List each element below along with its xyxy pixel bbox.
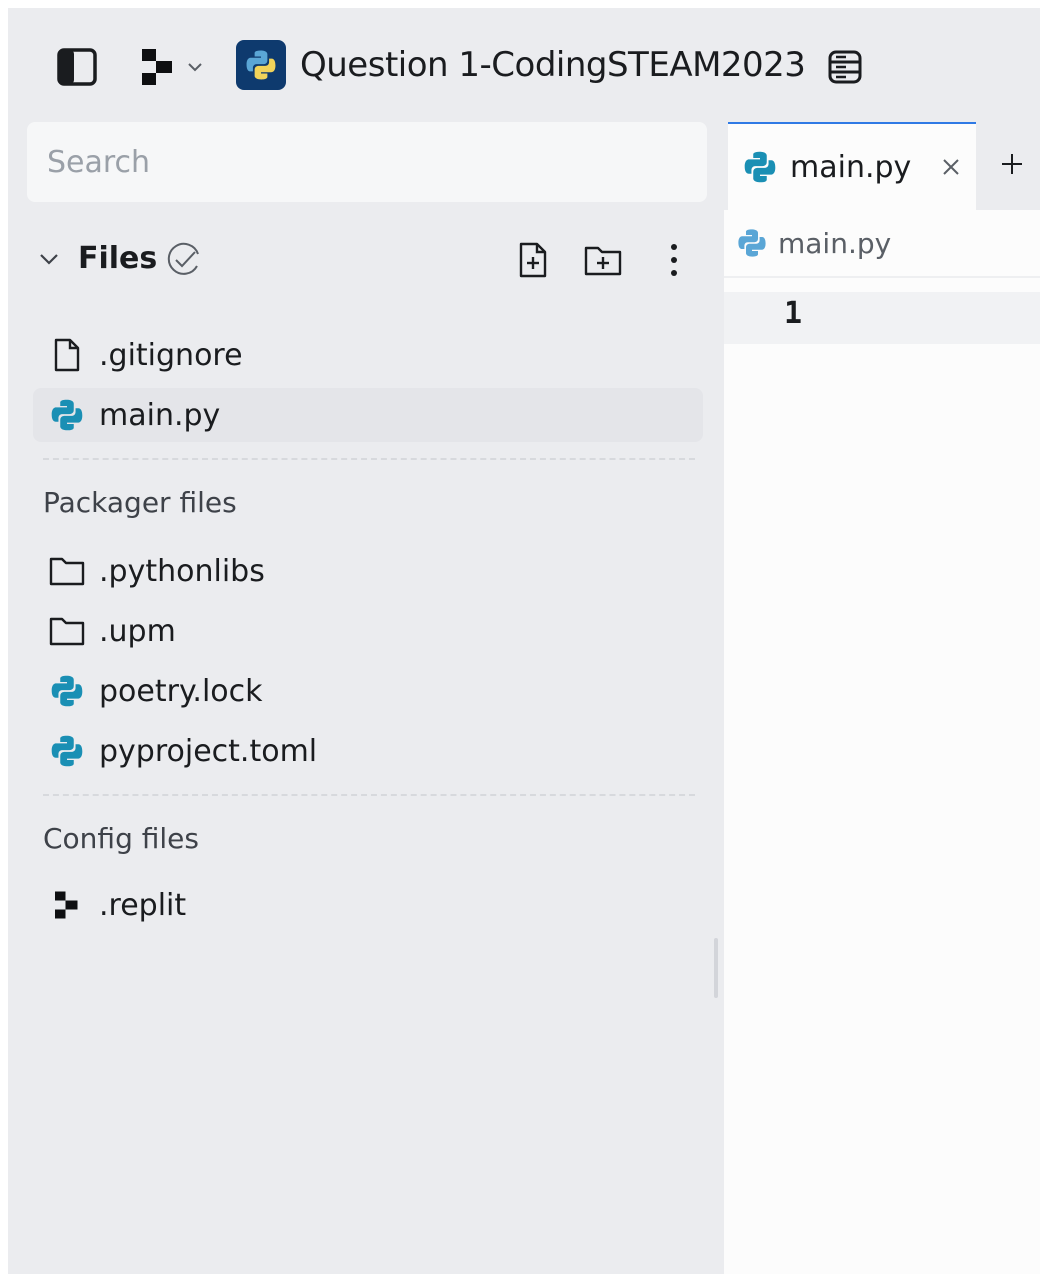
repl-title[interactable]: Question 1-CodingSTEAM2023	[300, 40, 806, 90]
chevron-down-icon	[188, 63, 202, 72]
new-folder-button[interactable]	[583, 240, 623, 280]
packager-files-label: Packager files	[43, 486, 237, 519]
search-placeholder: Search	[47, 144, 151, 180]
sidebar-toggle-icon	[57, 48, 97, 86]
file-name: .replit	[99, 887, 187, 923]
tab-main-py[interactable]: main.py	[728, 122, 976, 210]
file-name: .gitignore	[99, 337, 243, 373]
app-window: Question 1-CodingSTEAM2023 Search Files	[8, 8, 1040, 1274]
file-name: .upm	[99, 613, 176, 649]
section-divider	[43, 794, 695, 796]
breadcrumb-label[interactable]: main.py	[778, 227, 891, 260]
new-file-icon	[519, 242, 547, 278]
editor-tabstrip: main.py	[724, 120, 1040, 210]
new-folder-icon	[584, 246, 622, 276]
python-icon	[47, 395, 87, 435]
file-icon	[47, 335, 87, 375]
file-name: main.py	[99, 397, 221, 433]
folder-row-pythonlibs[interactable]: .pythonlibs	[33, 544, 703, 598]
file-row-main-py[interactable]: main.py	[33, 388, 703, 442]
sidebar-toggle-button[interactable]	[52, 42, 102, 92]
repl-info-button[interactable]	[820, 42, 870, 92]
replit-icon	[47, 885, 87, 925]
kebab-menu-icon	[671, 244, 677, 276]
breadcrumb: main.py	[724, 210, 1040, 278]
replit-logo-icon	[142, 49, 172, 85]
repl-avatar[interactable]	[236, 40, 286, 90]
python-icon	[47, 671, 87, 711]
file-row-gitignore[interactable]: .gitignore	[33, 328, 703, 382]
new-file-button[interactable]	[513, 240, 553, 280]
file-name: poetry.lock	[99, 673, 263, 709]
line-number: 1	[784, 296, 803, 331]
folder-icon	[47, 611, 87, 651]
file-row-replit[interactable]: .replit	[33, 878, 703, 932]
folder-icon	[47, 551, 87, 591]
sidebar-resize-handle[interactable]	[714, 938, 718, 998]
python-icon	[246, 50, 276, 80]
config-files-label: Config files	[43, 822, 199, 855]
tab-close-button[interactable]	[936, 152, 966, 182]
files-label[interactable]: Files	[78, 236, 157, 282]
replit-menu-button[interactable]	[132, 42, 212, 92]
more-options-button[interactable]	[654, 240, 694, 280]
folder-row-upm[interactable]: .upm	[33, 604, 703, 658]
python-icon	[740, 147, 780, 187]
file-row-pyproject-toml[interactable]: pyproject.toml	[33, 724, 703, 778]
python-icon	[734, 225, 770, 261]
editor-pane: main.py main.py 1	[724, 120, 1040, 1274]
sync-check-icon	[167, 242, 199, 275]
close-icon	[943, 159, 959, 175]
top-bar: Question 1-CodingSTEAM2023	[8, 8, 1040, 120]
database-icon	[828, 50, 862, 84]
python-icon	[47, 731, 87, 771]
search-input[interactable]: Search	[27, 122, 707, 202]
code-line-active[interactable]: 1	[724, 292, 1040, 344]
file-row-poetry-lock[interactable]: poetry.lock	[33, 664, 703, 718]
section-divider	[43, 458, 695, 460]
files-section-header: Files	[8, 224, 728, 294]
file-name: pyproject.toml	[99, 733, 318, 769]
add-tab-button[interactable]	[994, 146, 1030, 182]
file-name: .pythonlibs	[99, 553, 265, 589]
collapse-chevron-icon[interactable]	[36, 246, 62, 272]
tab-label: main.py	[790, 149, 912, 185]
plus-icon	[1002, 154, 1022, 174]
